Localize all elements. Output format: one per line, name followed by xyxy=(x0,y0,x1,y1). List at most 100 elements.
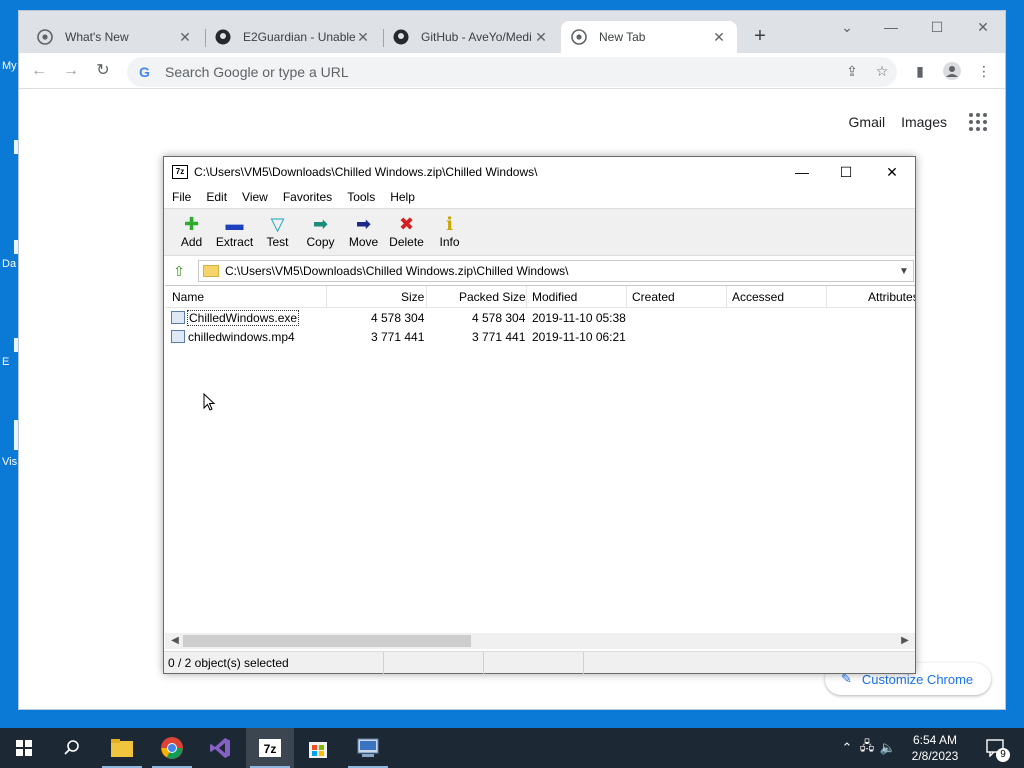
close-window-icon[interactable]: ✕ xyxy=(870,161,914,183)
back-arrow-icon[interactable]: ← xyxy=(27,59,51,83)
notification-count-badge: 9 xyxy=(996,748,1010,762)
column-created[interactable]: Created xyxy=(632,290,675,304)
file-packed-size: 3 771 441 xyxy=(472,330,526,344)
status-text: 0 / 2 object(s) selected xyxy=(164,652,384,674)
close-icon[interactable]: ✕ xyxy=(355,29,371,46)
bookmark-star-icon[interactable]: ☆ xyxy=(867,63,897,80)
chrome-app-icon[interactable] xyxy=(148,728,196,768)
scroll-left-icon[interactable]: ◀ xyxy=(167,633,183,649)
file-explorer-icon[interactable] xyxy=(98,728,146,768)
close-window-icon[interactable]: ✕ xyxy=(963,15,1003,39)
scroll-right-icon[interactable]: ▶ xyxy=(897,633,913,649)
tab-github-aveyo[interactable]: GitHub - AveYo/Medi ✕ xyxy=(383,21,559,53)
tool-label: Add xyxy=(180,235,203,249)
tab-label: What's New xyxy=(65,30,129,44)
google-icon: G xyxy=(139,64,150,80)
clock[interactable]: 6:54 AM 2/8/2023 xyxy=(904,732,966,764)
new-tab-button[interactable]: + xyxy=(749,25,771,47)
move-button[interactable]: ➡ Move xyxy=(342,209,385,255)
file-name: chilledwindows.mp4 xyxy=(188,330,295,344)
volume-icon[interactable]: 🔈 xyxy=(878,740,898,756)
menu-file[interactable]: File xyxy=(172,187,191,207)
ntp-links: Gmail Images xyxy=(833,113,987,131)
test-button[interactable]: ▽ Test xyxy=(256,209,299,255)
copy-button[interactable]: ➡ Copy xyxy=(299,209,342,255)
forward-arrow-icon[interactable]: → xyxy=(59,59,83,83)
desktop-icon-label[interactable]: E xyxy=(2,356,9,368)
start-windows-icon[interactable] xyxy=(0,728,48,768)
file-size: 3 771 441 xyxy=(371,330,425,344)
desktop-icon-label[interactable]: Da xyxy=(2,258,16,270)
omnibox[interactable]: G Search Google or type a URL ⇪ ☆ xyxy=(127,57,897,87)
tab-new-tab[interactable]: New Tab ✕ xyxy=(561,21,737,53)
table-row[interactable]: ChilledWindows.exe 4 578 304 4 578 304 2… xyxy=(165,308,915,327)
side-panel-icon[interactable]: ▮ xyxy=(907,59,933,83)
column-attributes[interactable]: Attributes xyxy=(868,290,915,304)
scroll-thumb[interactable] xyxy=(183,635,471,647)
file-list: Name Size Packed Size Modified Created A… xyxy=(165,285,915,649)
path-text: C:\Users\VM5\Downloads\Chilled Windows.z… xyxy=(225,264,569,278)
clock-date: 2/8/2023 xyxy=(911,749,959,763)
tab-e2guardian[interactable]: E2Guardian - Unable ✕ xyxy=(205,21,381,53)
share-icon[interactable]: ⇪ xyxy=(837,63,867,80)
file-modified: 2019-11-10 05:38 xyxy=(532,311,626,325)
maximize-icon[interactable]: ☐ xyxy=(917,15,957,39)
address-bar: ⇧ C:\Users\VM5\Downloads\Chilled Windows… xyxy=(164,259,915,283)
close-icon[interactable]: ✕ xyxy=(177,29,193,46)
close-icon[interactable]: ✕ xyxy=(711,29,727,46)
images-link[interactable]: Images xyxy=(901,114,947,130)
menu-tools[interactable]: Tools xyxy=(347,187,375,207)
microsoft-store-icon[interactable] xyxy=(294,728,342,768)
column-size[interactable]: Size xyxy=(401,290,424,304)
add-button[interactable]: ✚ Add xyxy=(170,209,213,255)
tool-label: Move xyxy=(348,235,379,249)
minimize-icon[interactable]: — xyxy=(780,161,824,183)
folder-icon xyxy=(203,265,219,277)
tab-whats-new[interactable]: What's New ✕ xyxy=(27,21,203,53)
status-segment xyxy=(484,652,584,674)
maximize-icon[interactable]: ☐ xyxy=(824,161,868,183)
column-accessed[interactable]: Accessed xyxy=(732,290,784,304)
tab-strip: What's New ✕ E2Guardian - Unable ✕ GitHu… xyxy=(19,11,1005,53)
menu-edit[interactable]: Edit xyxy=(206,187,227,207)
sevenzip-titlebar[interactable]: 7z C:\Users\VM5\Downloads\Chilled Window… xyxy=(164,157,915,187)
desktop-icon-label[interactable]: My xyxy=(2,60,17,72)
menu-favorites[interactable]: Favorites xyxy=(283,187,332,207)
delete-button[interactable]: ✖ Delete xyxy=(385,209,428,255)
network-icon[interactable]: 🖧 xyxy=(856,737,878,759)
github-icon xyxy=(393,29,409,45)
exe-file-icon xyxy=(171,311,185,324)
menu-kebab-icon[interactable]: ⋮ xyxy=(971,59,997,83)
status-segment xyxy=(384,652,484,674)
search-icon[interactable] xyxy=(48,728,96,768)
apps-grid-icon[interactable] xyxy=(969,113,987,131)
network-app-icon[interactable] xyxy=(344,728,392,768)
desktop-icon-label[interactable]: Vis xyxy=(2,456,17,468)
file-modified: 2019-11-10 06:21 xyxy=(532,330,626,344)
extract-button[interactable]: ▬ Extract xyxy=(213,209,256,255)
horizontal-scrollbar[interactable]: ◀ ▶ xyxy=(165,633,915,649)
up-folder-icon[interactable]: ⇧ xyxy=(164,263,194,280)
move-arrow-icon: ➡ xyxy=(355,214,372,234)
column-name[interactable]: Name xyxy=(172,290,204,304)
column-modified[interactable]: Modified xyxy=(532,290,577,304)
tab-search-chevron-icon[interactable]: ⌄ xyxy=(827,15,867,39)
visual-studio-icon[interactable] xyxy=(196,728,244,768)
close-icon[interactable]: ✕ xyxy=(533,29,549,46)
menu-view[interactable]: View xyxy=(242,187,268,207)
minimize-icon[interactable]: — xyxy=(871,15,911,39)
notifications-button[interactable]: 9 xyxy=(982,728,1010,768)
chevron-down-icon[interactable]: ▼ xyxy=(895,266,913,277)
menu-help[interactable]: Help xyxy=(390,187,415,207)
chevron-up-icon[interactable]: ⌃ xyxy=(838,740,856,756)
column-packed-size[interactable]: Packed Size xyxy=(459,290,526,304)
omnibox-actions: ⇪ ☆ xyxy=(837,63,897,80)
info-button[interactable]: ℹ Info xyxy=(428,209,471,255)
reload-icon[interactable]: ↻ xyxy=(91,59,115,83)
sevenzip-taskbar-icon[interactable]: 7z xyxy=(246,728,294,768)
gmail-link[interactable]: Gmail xyxy=(849,114,886,130)
window-title: C:\Users\VM5\Downloads\Chilled Windows.z… xyxy=(194,165,538,179)
table-row[interactable]: chilledwindows.mp4 3 771 441 3 771 441 2… xyxy=(165,327,915,346)
path-combobox[interactable]: C:\Users\VM5\Downloads\Chilled Windows.z… xyxy=(198,260,914,282)
profile-avatar-icon[interactable] xyxy=(939,59,965,83)
